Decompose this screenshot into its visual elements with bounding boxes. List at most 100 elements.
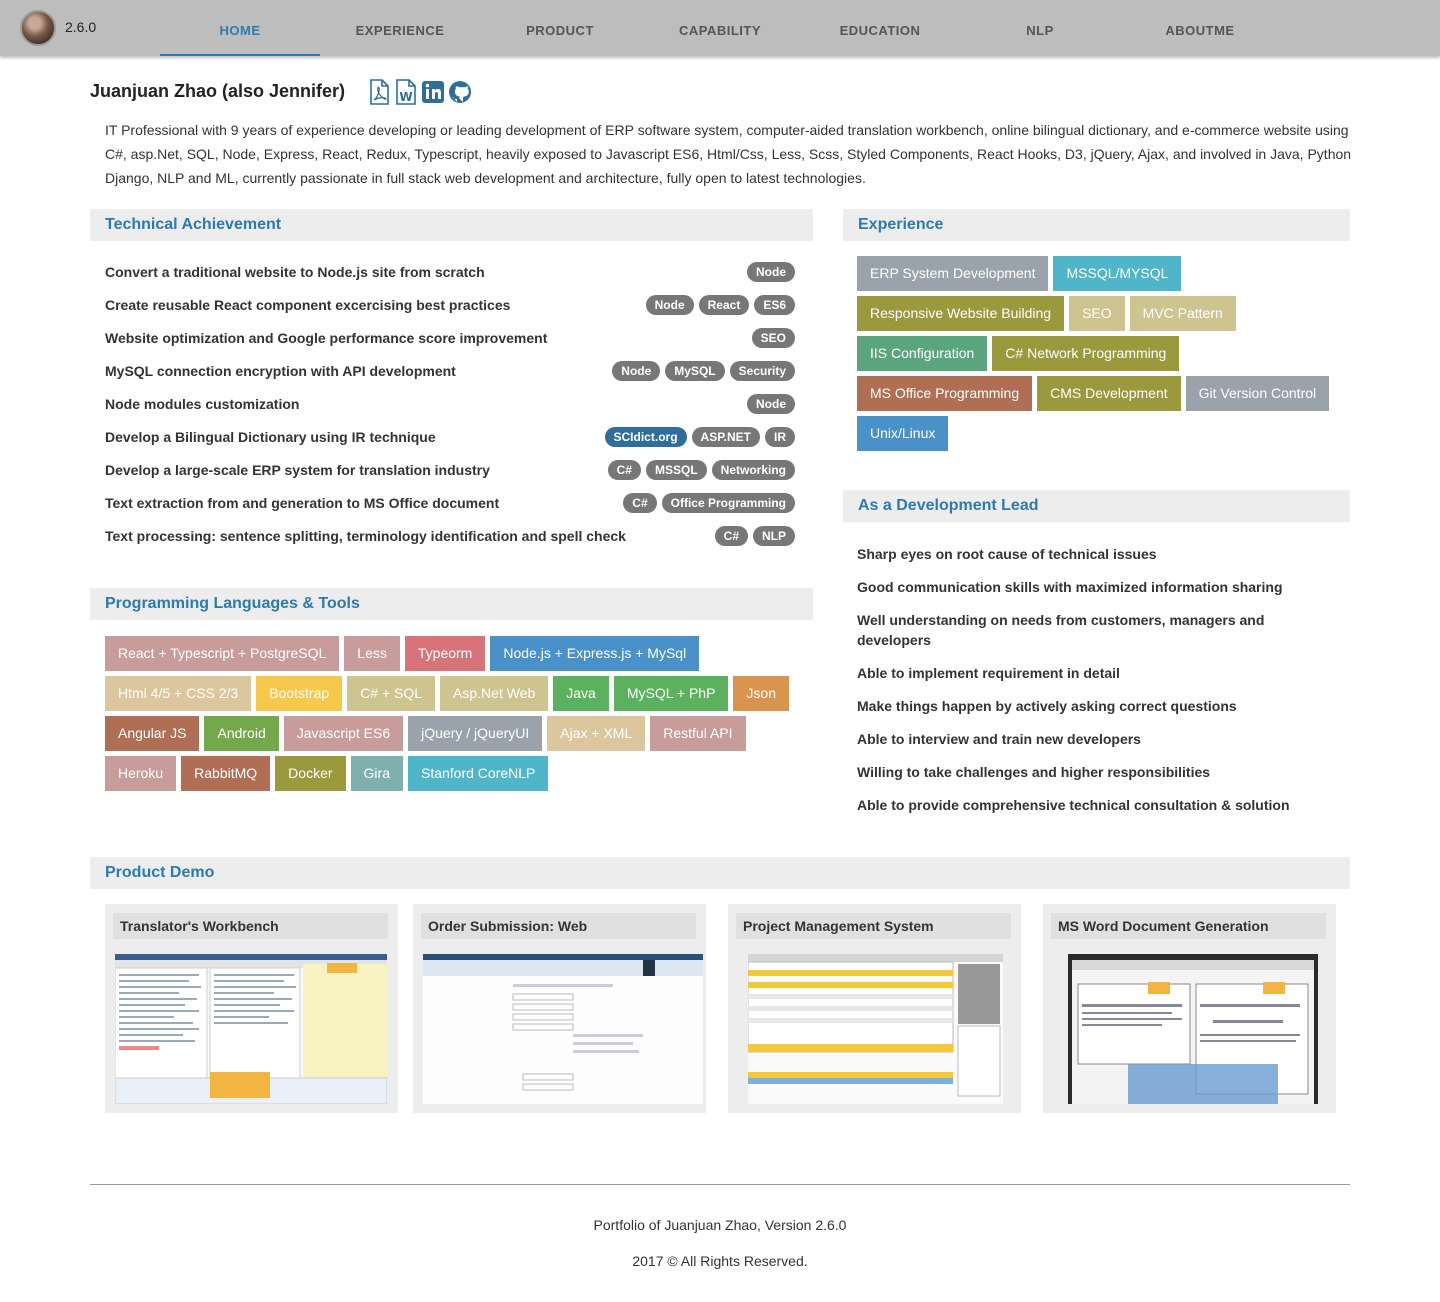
languages-header: Programming Languages & Tools bbox=[90, 588, 813, 620]
achievement-row: Text processing: sentence splitting, ter… bbox=[105, 526, 795, 548]
demo-card-ms-word-generation[interactable]: MS Word Document Generation bbox=[1043, 904, 1336, 1113]
nav-experience[interactable]: EXPERIENCE bbox=[320, 0, 480, 56]
languages-tag: Docker bbox=[275, 756, 346, 791]
experience-tag: SEO bbox=[1069, 296, 1125, 331]
experience-tag-list: ERP System Development MSSQL/MYSQL Respons… bbox=[857, 256, 1347, 451]
achievement-row: Website optimization and Google performa… bbox=[105, 328, 795, 350]
lead-item: Good communication skills with maximized… bbox=[857, 579, 1283, 595]
lead-item: Able to interview and train new develope… bbox=[857, 731, 1141, 747]
languages-tag: Gira bbox=[350, 756, 403, 791]
pdf-icon[interactable] bbox=[367, 79, 391, 105]
tag-pill: Node bbox=[747, 394, 795, 414]
page-title: Juanjuan Zhao (also Jennifer) bbox=[90, 81, 346, 101]
tag-pill: Node bbox=[747, 262, 795, 282]
linkedin-icon[interactable] bbox=[421, 79, 445, 105]
tag-pill: ASP.NET bbox=[691, 427, 760, 447]
experience-header: Experience bbox=[843, 209, 1350, 241]
version-label: 2.6.0 bbox=[65, 19, 97, 35]
tag-pill: Office Programming bbox=[661, 493, 795, 513]
demo-card-order-submission[interactable]: Order Submission: Web bbox=[413, 904, 706, 1113]
github-icon[interactable] bbox=[448, 79, 472, 105]
tag-pill: C# bbox=[607, 460, 641, 480]
languages-tag: React + Typescript + PostgreSQL bbox=[105, 636, 340, 671]
word-icon[interactable]: W bbox=[394, 79, 418, 105]
languages-tag: Restful API bbox=[650, 716, 746, 751]
languages-tag: jQuery / jQueryUI bbox=[408, 716, 543, 751]
achievement-text: Text processing: sentence splitting, ter… bbox=[105, 528, 626, 544]
experience-tag: Responsive Website Building bbox=[857, 296, 1065, 331]
demo-screenshot[interactable] bbox=[748, 954, 1003, 1104]
tag-pill: SEO bbox=[751, 328, 795, 348]
summary-text: IT Professional with 9 years of experien… bbox=[105, 122, 1352, 186]
tag-pill: React bbox=[698, 295, 750, 315]
demo-title: Translator's Workbench bbox=[113, 913, 388, 939]
nav-aboutme[interactable]: ABOUTME bbox=[1120, 0, 1280, 56]
nav-capability[interactable]: CAPABILITY bbox=[640, 0, 800, 56]
achievement-text: MySQL connection encryption with API dev… bbox=[105, 363, 456, 379]
achievement-text: Text extraction from and generation to M… bbox=[105, 495, 500, 511]
achievement-row: MySQL connection encryption with API dev… bbox=[105, 361, 795, 383]
demo-screenshot[interactable] bbox=[115, 954, 387, 1104]
languages-tag: Android bbox=[204, 716, 279, 751]
demo-screenshot[interactable] bbox=[423, 954, 703, 1104]
demo-card-translators-workbench[interactable]: Translator's Workbench bbox=[105, 904, 398, 1113]
languages-tag: Html 4/5 + CSS 2/3 bbox=[105, 676, 252, 711]
achievement-row: Convert a traditional website to Node.js… bbox=[105, 262, 795, 284]
achievement-row: Node modules customization Node bbox=[105, 394, 795, 416]
experience-tag: ERP System Development bbox=[857, 256, 1049, 291]
languages-tag: Javascript ES6 bbox=[283, 716, 404, 751]
achievement-text: Develop a Bilingual Dictionary using IR … bbox=[105, 429, 436, 445]
product-demo-header: Product Demo bbox=[90, 857, 1350, 889]
tag-pill: MySQL bbox=[665, 361, 725, 381]
experience-tag: MS Office Programming bbox=[857, 376, 1033, 411]
achievement-text: Website optimization and Google performa… bbox=[105, 330, 548, 346]
languages-tag: Less bbox=[344, 636, 400, 671]
experience-tag: MSSQL/MYSQL bbox=[1053, 256, 1182, 291]
tag-pill: Security bbox=[729, 361, 795, 381]
experience-tag: IIS Configuration bbox=[857, 336, 988, 371]
languages-tag-list: React + Typescript + PostgreSQL Less Typeo… bbox=[105, 636, 795, 791]
languages-tag: Stanford CoreNLP bbox=[407, 756, 549, 791]
development-lead-header: As a Development Lead bbox=[843, 490, 1350, 522]
avatar[interactable] bbox=[20, 10, 56, 46]
languages-tag: C# + SQL bbox=[347, 676, 436, 711]
languages-tag: Asp.Net Web bbox=[440, 676, 549, 711]
demo-card-project-management[interactable]: Project Management System bbox=[728, 904, 1021, 1113]
languages-tag: Bootstrap bbox=[256, 676, 343, 711]
lead-item: Make things happen by actively asking co… bbox=[857, 698, 1237, 714]
languages-tag: RabbitMQ bbox=[181, 756, 271, 791]
languages-tag: Json bbox=[733, 676, 789, 711]
nav-product[interactable]: PRODUCT bbox=[480, 0, 640, 56]
achievement-row: Develop a large-scale ERP system for tra… bbox=[105, 460, 795, 482]
languages-tag: Angular JS bbox=[105, 716, 200, 751]
languages-tag: Java bbox=[553, 676, 609, 711]
achievement-row: Develop a Bilingual Dictionary using IR … bbox=[105, 427, 795, 449]
languages-tag: Typeorm bbox=[404, 636, 486, 671]
demo-title: MS Word Document Generation bbox=[1051, 913, 1326, 939]
lead-item: Able to provide comprehensive technical … bbox=[857, 797, 1290, 813]
achievement-text: Node modules customization bbox=[105, 396, 300, 412]
nav-education[interactable]: EDUCATION bbox=[800, 0, 960, 56]
footer-divider bbox=[90, 1184, 1350, 1185]
experience-tag: CMS Development bbox=[1037, 376, 1181, 411]
tag-pill: NLP bbox=[753, 526, 795, 546]
lead-item: Able to implement requirement in detail bbox=[857, 665, 1120, 681]
lead-item: Well understanding on needs from custome… bbox=[857, 612, 1265, 648]
tag-pill: Node bbox=[645, 295, 694, 315]
tag-pill: C# bbox=[714, 526, 748, 546]
footer-portfolio-text: Portfolio of Juanjuan Zhao, Version 2.6.… bbox=[593, 1217, 847, 1233]
languages-tag: Node.js + Express.js + MySql bbox=[490, 636, 700, 671]
experience-tag: Unix/Linux bbox=[857, 416, 949, 451]
nav-home[interactable]: HOME bbox=[160, 0, 320, 56]
tag-pill: ES6 bbox=[754, 295, 795, 315]
achievement-row: Create reusable React component excercis… bbox=[105, 295, 795, 317]
nav-nlp[interactable]: NLP bbox=[960, 0, 1120, 56]
footer-copyright: 2017 © All Rights Reserved. bbox=[632, 1253, 808, 1269]
languages-tag: Heroku bbox=[105, 756, 177, 791]
technical-achievement-header: Technical Achievement bbox=[90, 209, 813, 241]
achievement-text: Create reusable React component excercis… bbox=[105, 297, 511, 313]
lead-item: Sharp eyes on root cause of technical is… bbox=[857, 546, 1157, 562]
scidict-link[interactable]: SCIdict.org bbox=[604, 427, 687, 447]
demo-title: Order Submission: Web bbox=[421, 913, 696, 939]
demo-screenshot[interactable] bbox=[1068, 954, 1318, 1104]
